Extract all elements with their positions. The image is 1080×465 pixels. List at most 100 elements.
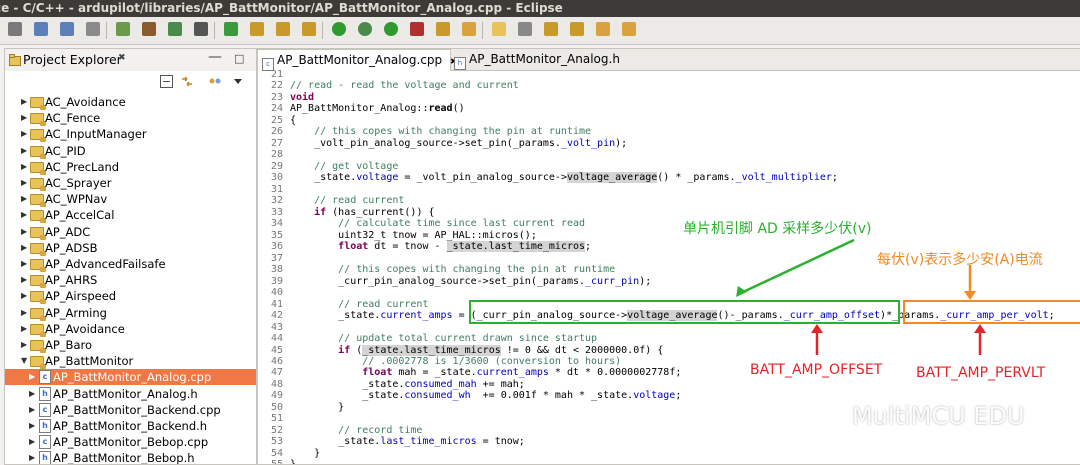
folder-icon	[30, 259, 46, 272]
expanded-arrow-icon[interactable]: ▼	[21, 353, 27, 369]
folder-icon	[30, 356, 46, 370]
coverage-icon[interactable]	[410, 22, 424, 36]
tree-item[interactable]: ▶ AP_Avoidance	[5, 321, 256, 337]
run-icon[interactable]	[332, 22, 346, 36]
mark-occurrences-icon[interactable]	[492, 22, 506, 36]
collapsed-arrow-icon[interactable]: ▶	[21, 94, 27, 110]
tree-item-label: AP_Baro	[45, 338, 92, 352]
build-icon[interactable]	[116, 22, 130, 36]
collapsed-arrow-icon[interactable]: ▶	[21, 305, 27, 321]
refresh-icon[interactable]	[224, 22, 238, 36]
annotation-icon[interactable]	[462, 22, 476, 36]
tree-item[interactable]: ▶ AP_AHRS	[5, 272, 256, 289]
toolbar-separator	[482, 22, 483, 39]
folder-icon	[30, 242, 46, 256]
collapsed-arrow-icon[interactable]: ▶	[29, 386, 35, 402]
tree-item[interactable]: ▶ AC_InputManager	[5, 126, 256, 143]
tree-item[interactable]: ▶ AP_Arming	[5, 305, 256, 321]
tree-item[interactable]: ▶ h AP_BattMonitor_Analog.h	[5, 386, 256, 402]
watermark-text: MultiMCU EDU	[852, 402, 1025, 430]
green-annotation-label: 单片机引脚 AD 采样多少伏(v)	[683, 221, 872, 237]
new-folder-icon[interactable]	[250, 22, 264, 36]
project-explorer-icon	[9, 54, 21, 66]
collapsed-arrow-icon[interactable]: ▶	[21, 272, 27, 288]
collapsed-arrow-icon[interactable]: ▶	[21, 256, 27, 272]
view-menu-icon[interactable]	[208, 75, 222, 88]
collapsed-arrow-icon[interactable]: ▶	[21, 126, 27, 142]
chevron-down-icon[interactable]	[233, 78, 243, 85]
collapsed-arrow-icon[interactable]: ▶	[29, 418, 35, 434]
project-explorer-title: Project Explorer	[23, 52, 122, 67]
tree-item[interactable]: ▶ c AP_BattMonitor_Backend.cpp	[5, 402, 256, 418]
toolbar-separator	[322, 22, 323, 39]
tree-item-label: AP_BattMonitor_Backend.cpp	[53, 402, 221, 417]
tree-item[interactable]: ▶ AC_Fence	[5, 110, 256, 127]
collapsed-arrow-icon[interactable]: ▶	[21, 240, 27, 256]
new-icon[interactable]	[8, 22, 22, 36]
collapsed-arrow-icon[interactable]: ▶	[21, 337, 27, 353]
collapsed-arrow-icon[interactable]: ▶	[29, 369, 35, 385]
collapsed-arrow-icon[interactable]: ▶	[21, 288, 27, 304]
debug-config-icon[interactable]	[168, 22, 182, 36]
collapse-all-icon[interactable]	[160, 75, 173, 88]
collapsed-arrow-icon[interactable]: ▶	[21, 321, 27, 337]
hammer-icon[interactable]	[142, 22, 156, 36]
minimize-icon[interactable]: —	[208, 49, 222, 65]
back-icon[interactable]	[596, 22, 610, 36]
prev-annotation-icon[interactable]	[570, 22, 584, 36]
open-type-icon[interactable]	[276, 22, 290, 36]
collapsed-arrow-icon[interactable]: ▶	[21, 110, 27, 126]
offset-arrow-head	[811, 324, 823, 333]
tree-item[interactable]: ▶ h AP_BattMonitor_Backend.h	[5, 418, 256, 434]
tree-item[interactable]: ▶ AC_Avoidance	[5, 94, 256, 110]
orange-arrow-head	[964, 291, 976, 300]
save-all-icon[interactable]	[60, 22, 74, 36]
tree-item[interactable]: ▶ AC_WPNav	[5, 191, 256, 208]
tree-item[interactable]: ▶ AP_ADC	[5, 224, 256, 240]
tree-item[interactable]: ▼ AP_BattMonitor	[5, 353, 256, 370]
print-icon[interactable]	[86, 22, 100, 36]
close-view-icon[interactable]: ✖	[118, 53, 126, 63]
collapsed-arrow-icon[interactable]: ▶	[21, 207, 27, 223]
c-file-icon: c	[39, 402, 51, 417]
tree-item[interactable]: ▶ AC_Sprayer	[5, 175, 256, 191]
terminal-icon[interactable]	[194, 22, 208, 36]
tree-item[interactable]: ▶ AP_Airspeed	[5, 288, 256, 305]
collapsed-arrow-icon[interactable]: ▶	[21, 191, 27, 207]
maximize-icon[interactable]: □	[234, 52, 244, 65]
green-arrow	[740, 238, 855, 295]
link-with-editor-icon[interactable]	[180, 75, 194, 88]
tree-item[interactable]: ▶ AC_PrecLand	[5, 159, 256, 175]
tree-item[interactable]: ▶ AP_AdvancedFailsafe	[5, 256, 256, 272]
collapsed-arrow-icon[interactable]: ▶	[21, 159, 27, 175]
tree-item[interactable]: ▶ AP_ADSB	[5, 240, 256, 256]
show-whitespace-icon[interactable]	[518, 22, 532, 36]
project-explorer-tab[interactable]: Project Explorer ✖ — □	[5, 49, 256, 72]
folder-icon	[30, 113, 46, 127]
debug-icon[interactable]	[358, 22, 372, 36]
collapsed-arrow-icon[interactable]: ▶	[21, 224, 27, 240]
new-class-icon[interactable]	[302, 22, 316, 36]
tree-item[interactable]: ▶ AP_AccelCal	[5, 207, 256, 224]
folder-icon	[30, 323, 46, 337]
forward-icon[interactable]	[622, 22, 636, 36]
orange-annotation-label: 每伏(v)表示多少安(A)电流	[877, 252, 1043, 268]
tree-item[interactable]: ▶ c AP_BattMonitor_Analog.cpp	[5, 369, 256, 386]
collapsed-arrow-icon[interactable]: ▶	[29, 434, 35, 450]
collapsed-arrow-icon[interactable]: ▶	[21, 175, 27, 191]
tree-item[interactable]: ▶ AC_PID	[5, 143, 256, 159]
tree-item[interactable]: ▶ AP_Baro	[5, 337, 256, 353]
collapsed-arrow-icon[interactable]: ▶	[21, 143, 27, 159]
toolbar-separator	[106, 22, 107, 39]
tree-item-label: AC_InputManager	[45, 127, 147, 142]
save-icon[interactable]	[34, 22, 48, 36]
tree-item-label: AP_AccelCal	[45, 208, 115, 223]
next-annotation-icon[interactable]	[544, 22, 558, 36]
folder-icon	[30, 307, 46, 321]
tree-item[interactable]: ▶ c AP_BattMonitor_Bebop.cpp	[5, 434, 256, 450]
window-titlebar: ce - C/C++ - ardupilot/libraries/AP_Batt…	[0, 0, 1080, 17]
search-icon[interactable]	[436, 22, 450, 36]
folder-icon	[30, 161, 46, 175]
collapsed-arrow-icon[interactable]: ▶	[29, 402, 35, 418]
run-external-icon[interactable]	[384, 22, 398, 36]
